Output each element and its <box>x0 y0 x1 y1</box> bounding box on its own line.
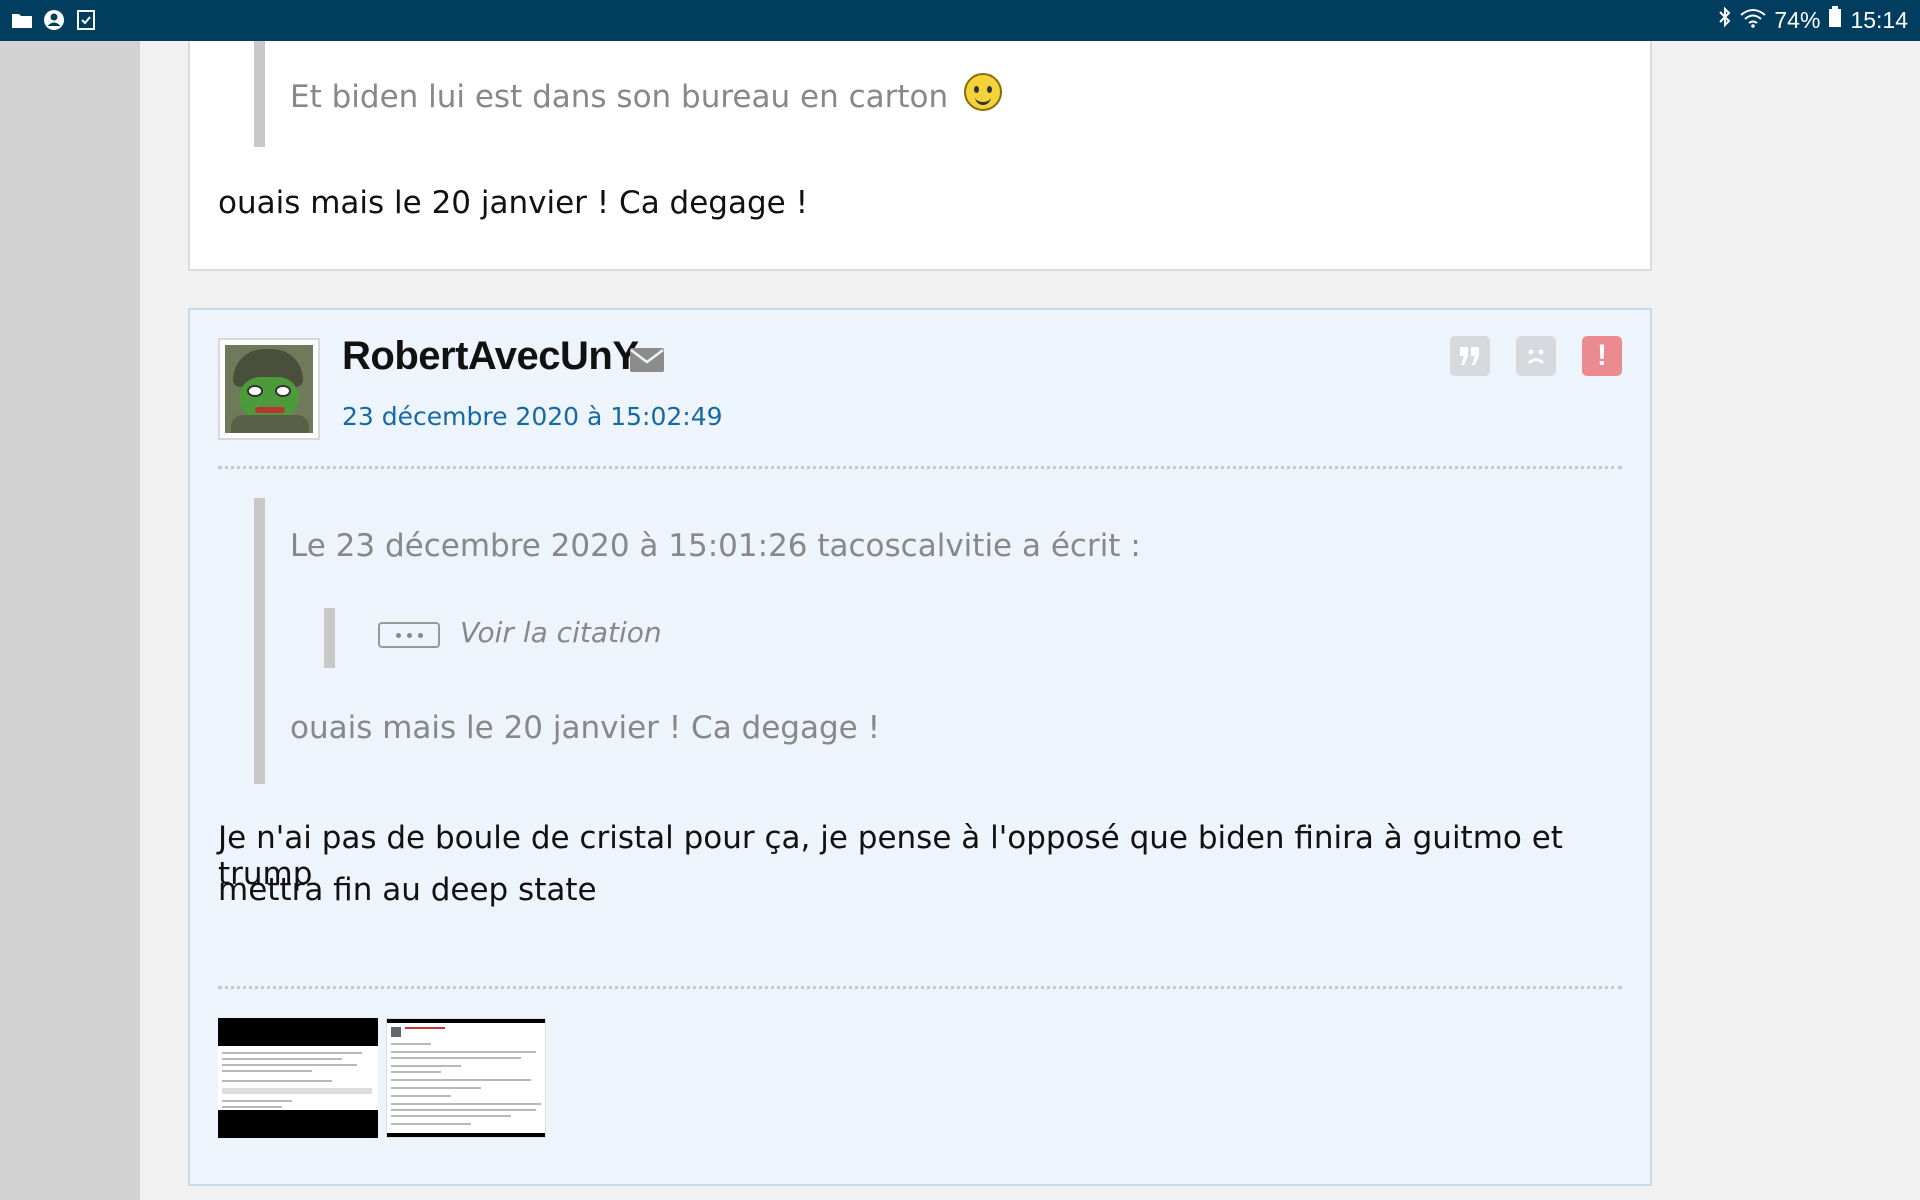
account-circle-icon <box>42 8 66 32</box>
battery-percent: 74% <box>1774 6 1821 33</box>
wifi-icon <box>1740 7 1767 34</box>
post-date-link[interactable]: 23 décembre 2020 à 15:02:49 <box>342 402 723 431</box>
avatar[interactable] <box>218 338 320 440</box>
pepe-soldier-avatar-image <box>225 345 313 433</box>
bluetooth-icon <box>1718 6 1732 34</box>
envelope-icon[interactable] <box>630 348 664 372</box>
nested-quote-bar <box>324 608 335 668</box>
quoted-text: Et biden lui est dans son bureau en cart… <box>290 73 1002 115</box>
alert-icon: ! <box>1597 339 1607 372</box>
sad-face-icon <box>1528 349 1544 364</box>
forum-post: RobertAvecUnY 23 décembre 2020 à 15:02:4… <box>188 308 1652 1186</box>
quote-bar <box>254 41 265 147</box>
quote-icon <box>1460 347 1479 365</box>
expand-quote-button[interactable] <box>378 622 440 648</box>
quote-header: Le 23 décembre 2020 à 15:01:26 tacoscalv… <box>290 528 1141 564</box>
voir-citation-link[interactable]: Voir la citation <box>460 616 662 649</box>
report-button[interactable]: ! <box>1582 336 1622 376</box>
screenshot-thumbnail[interactable] <box>218 1018 378 1138</box>
status-bar: 74% 15:14 <box>0 0 1920 41</box>
sad-face-button[interactable] <box>1516 336 1556 376</box>
clock: 15:14 <box>1850 6 1908 33</box>
checklist-icon <box>74 8 98 32</box>
quote-button[interactable] <box>1450 336 1490 376</box>
folder-icon <box>10 8 34 32</box>
quote-body: ouais mais le 20 janvier ! Ca degage ! <box>290 710 880 746</box>
screenshot-thumbnail[interactable] <box>386 1018 546 1138</box>
previous-post: Et biden lui est dans son bureau en cart… <box>188 41 1652 271</box>
battery-icon <box>1828 6 1842 34</box>
signature-separator <box>218 986 1622 989</box>
post-body: ouais mais le 20 janvier ! Ca degage ! <box>218 185 808 221</box>
post-body-line-2: mettra fin au deep state <box>218 872 597 908</box>
quote-bar <box>254 498 265 784</box>
header-separator <box>218 466 1622 469</box>
sidebar-strip <box>0 41 140 1200</box>
smiley-emoji-icon <box>964 73 1002 111</box>
username[interactable]: RobertAvecUnY <box>342 334 639 379</box>
